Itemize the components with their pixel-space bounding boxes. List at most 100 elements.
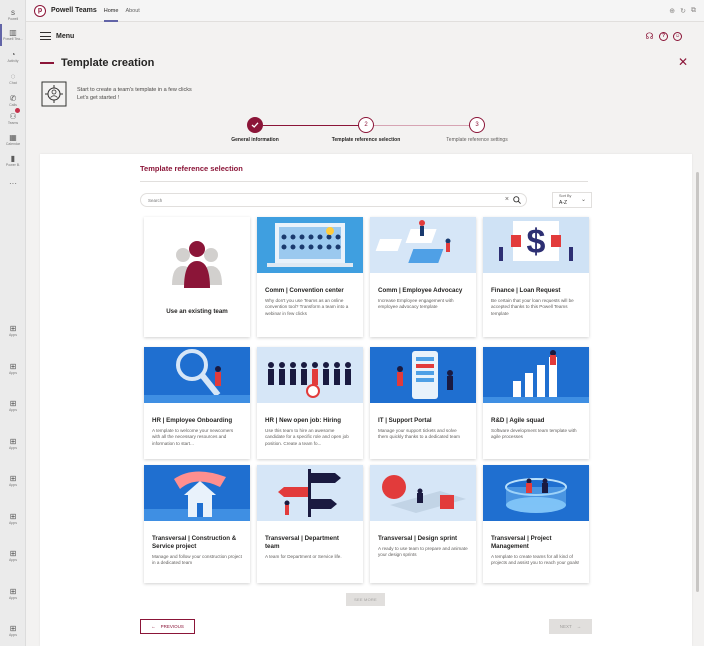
template-tile-hr-employee-onboarding[interactable]: HR | Employee Onboarding A template to we… bbox=[144, 347, 250, 459]
rail-app-item[interactable]: ⊞ Apps bbox=[0, 354, 26, 384]
app-name: Powell Teams bbox=[51, 7, 97, 14]
template-tile-transversal-project-management[interactable]: Transversal | Project Management A templa… bbox=[483, 465, 589, 583]
rail-icon: ⚇ bbox=[9, 112, 17, 121]
template-description: Increase Employee engagement with employ… bbox=[378, 298, 454, 310]
sort-label: Sort By bbox=[559, 194, 572, 198]
search-input[interactable] bbox=[148, 194, 488, 206]
rail-app-item[interactable]: ⊞ Apps bbox=[0, 504, 26, 534]
headset-icon[interactable]: ☊ bbox=[645, 31, 654, 41]
step-2-indicator: 2 bbox=[358, 117, 374, 133]
rail-app-item[interactable]: ⊞ Apps bbox=[0, 541, 26, 571]
rail-icon: ▮ bbox=[10, 154, 16, 163]
rail-item[interactable]: ··· bbox=[0, 168, 26, 198]
popout-icon[interactable]: ⧉ bbox=[691, 7, 696, 15]
close-icon[interactable]: ✕ bbox=[678, 55, 688, 69]
rail-icon: ▦ bbox=[9, 133, 17, 142]
rail-app-item[interactable]: ⊞ Apps bbox=[0, 616, 26, 646]
tab-home[interactable]: Home bbox=[103, 0, 118, 22]
template-tile-transversal-design-sprint[interactable]: Transversal | Design sprint A ready to us… bbox=[370, 465, 476, 583]
template-illustration bbox=[370, 347, 476, 403]
stepper: 2 3 General information Template referen… bbox=[200, 117, 520, 149]
selection-panel: Template reference selection × Sort By A… bbox=[40, 154, 692, 646]
previous-label: PREVIOUS bbox=[160, 624, 184, 629]
rail-app-label: Apps bbox=[9, 333, 17, 337]
template-tile-comm-employee-advocacy[interactable]: Comm | Employee Advocacy Increase Employe… bbox=[370, 217, 476, 337]
step-3-label: Template reference settings bbox=[446, 137, 508, 143]
template-tile-it-support-portal[interactable]: IT | Support Portal Manage your support t… bbox=[370, 347, 476, 459]
template-description: A template to welcome your newcomers wit… bbox=[152, 428, 234, 446]
template-title: Finance | Loan Request bbox=[491, 287, 561, 294]
template-illustration bbox=[257, 347, 363, 403]
template-title: R&D | Agile squad bbox=[491, 417, 545, 424]
step-connector bbox=[374, 125, 477, 126]
template-illustration bbox=[144, 347, 250, 403]
notification-badge bbox=[15, 108, 20, 113]
search-box: × bbox=[140, 193, 527, 207]
vertical-scrollbar[interactable] bbox=[696, 52, 700, 642]
rail-app-item[interactable]: ⊞ Apps bbox=[0, 579, 26, 609]
rail-app-label: Apps bbox=[9, 446, 17, 450]
teams-left-rail: s Powell ▥ Powell Tea... ◔ Activity ◌ Chat ✆ Call… bbox=[0, 0, 26, 646]
use-existing-team-tile[interactable]: Use an existing team bbox=[144, 217, 250, 337]
template-title: Transversal | Department team bbox=[265, 535, 339, 550]
template-tile-hr-new-open-job-hiring[interactable]: HR | New open job: Hiring Use this team t… bbox=[257, 347, 363, 459]
rail-app-label: Apps bbox=[9, 596, 17, 600]
intro-line-2: Let's get started ! bbox=[77, 95, 120, 101]
template-tile-transversal-construction-service-project[interactable]: Transversal | Construction & Service pro… bbox=[144, 465, 250, 583]
next-label: NEXT bbox=[559, 624, 572, 629]
chevron-down-icon: ⌄ bbox=[580, 197, 586, 203]
rail-app-item[interactable]: ⊞ Apps bbox=[0, 316, 26, 346]
apps-icon: ⊞ bbox=[9, 399, 17, 408]
menu-bar: Menu ☊ ? ☺ bbox=[26, 22, 692, 50]
template-description: Why don't you use Teams as an online con… bbox=[265, 298, 349, 316]
step-connector bbox=[263, 125, 366, 126]
apps-icon: ⊞ bbox=[9, 624, 17, 633]
existing-team-label: Use an existing team bbox=[166, 307, 228, 315]
page-header: Template creation ✕ bbox=[40, 55, 692, 71]
template-illustration bbox=[370, 465, 476, 521]
template-title: IT | Support Portal bbox=[378, 417, 432, 424]
rail-app-item[interactable]: ⊞ Apps bbox=[0, 466, 26, 496]
template-tile-comm-convention-center[interactable]: Comm | Convention center Why don't you us… bbox=[257, 217, 363, 337]
refresh-icon[interactable]: ↻ bbox=[680, 7, 686, 15]
apps-icon: ⊞ bbox=[9, 362, 17, 371]
rail-app-item[interactable]: ⊞ Apps bbox=[0, 391, 26, 421]
help-icon[interactable]: ? bbox=[659, 31, 668, 41]
template-description: Software development team template with … bbox=[491, 428, 577, 440]
smiley-icon[interactable]: ☺ bbox=[673, 31, 682, 41]
template-tile-finance-loan-request[interactable]: $ Finance | Loan Request Be certain that y… bbox=[483, 217, 589, 337]
see-more-button[interactable]: SEE MORE bbox=[346, 593, 385, 606]
template-illustration bbox=[483, 465, 589, 521]
sort-dropdown[interactable]: Sort By A-Z ⌄ bbox=[552, 192, 592, 208]
globe-icon[interactable]: ⊕ bbox=[669, 7, 675, 15]
template-description: A template to create teams for all kind … bbox=[491, 554, 580, 566]
template-illustration bbox=[257, 217, 363, 273]
search-icon[interactable] bbox=[513, 196, 521, 204]
rail-icon: ◔ bbox=[10, 50, 16, 59]
template-description: A ready to use team to prepare and anima… bbox=[378, 546, 468, 558]
template-title: Transversal | Construction & Service pro… bbox=[152, 535, 237, 550]
page-title: Template creation bbox=[61, 57, 155, 69]
template-title: HR | Employee Onboarding bbox=[152, 417, 233, 424]
template-tile-rnd-agile-squad[interactable]: R&D | Agile squad Software development te… bbox=[483, 347, 589, 459]
menu-label[interactable]: Menu bbox=[56, 33, 74, 40]
previous-button[interactable]: ← PREVIOUS bbox=[140, 619, 195, 634]
hamburger-menu-icon[interactable] bbox=[40, 32, 51, 40]
next-button[interactable]: NEXT → bbox=[549, 619, 592, 634]
app-header: p Powell Teams Home About ⊕ ↻ ⧉ bbox=[26, 0, 704, 22]
rail-app-item[interactable]: ⊞ Apps bbox=[0, 429, 26, 459]
tab-about[interactable]: About bbox=[125, 0, 139, 22]
apps-icon: ⊞ bbox=[9, 437, 17, 446]
template-title: Transversal | Project Management bbox=[491, 535, 552, 550]
sort-value: A-Z bbox=[559, 200, 568, 206]
template-title: Comm | Employee Advocacy bbox=[378, 287, 463, 294]
step-2-label: Template reference selection bbox=[331, 137, 401, 143]
rail-app-label: Apps bbox=[9, 633, 17, 637]
clear-search-icon[interactable]: × bbox=[505, 195, 509, 205]
template-illustration bbox=[144, 465, 250, 521]
template-title: Comm | Convention center bbox=[265, 287, 344, 294]
rail-icon: ▥ bbox=[9, 28, 17, 37]
step-3-indicator: 3 bbox=[469, 117, 485, 133]
template-tile-transversal-department-team[interactable]: Transversal | Department team A team for … bbox=[257, 465, 363, 583]
apps-icon: ⊞ bbox=[9, 549, 17, 558]
